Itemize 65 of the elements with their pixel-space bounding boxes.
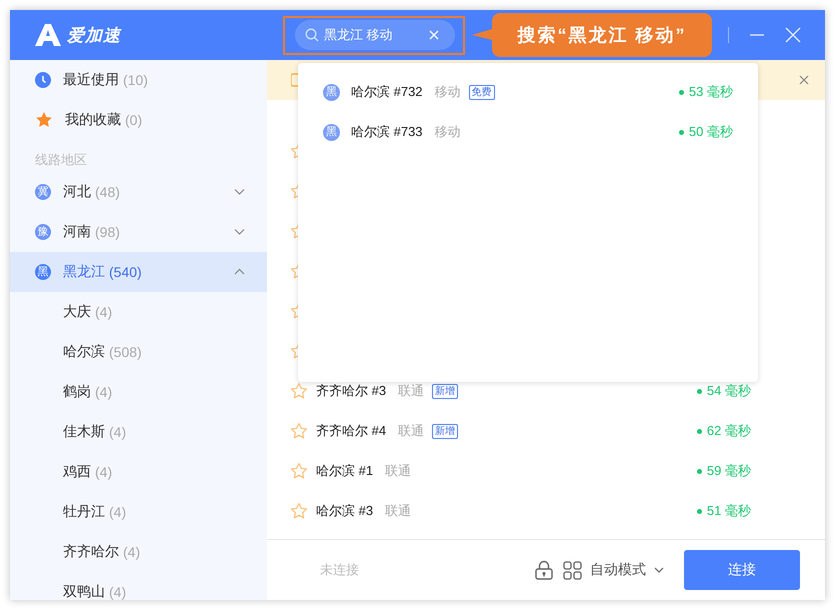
latency-text: 53 毫秒 [688, 83, 733, 101]
connect-button[interactable]: 连接 [684, 550, 800, 590]
section-title: 线路地区 [34, 151, 88, 169]
search-icon [305, 28, 319, 42]
latency-text: 50 毫秒 [688, 123, 733, 141]
logo-icon [35, 23, 61, 47]
clear-icon[interactable] [429, 30, 439, 40]
close-icon[interactable] [799, 75, 809, 85]
chevron-down-icon[interactable] [234, 228, 245, 236]
app-name: 爱加速 [67, 24, 121, 46]
server-name[interactable]: 哈尔滨 #1 [316, 462, 374, 480]
carrier-label: 联通 [398, 422, 424, 440]
clock-icon [35, 72, 51, 88]
status-dot-icon [678, 90, 684, 94]
server-name[interactable]: 齐齐哈尔 #4 [316, 422, 386, 440]
region-badge: 豫 [35, 224, 51, 240]
chevron-down-icon[interactable] [234, 188, 245, 196]
city-item[interactable]: 鹤岗 (4) [10, 372, 267, 412]
star-icon[interactable] [290, 502, 308, 520]
region-item[interactable]: 豫 河南 (98) [10, 212, 267, 252]
search-result-item[interactable]: 黑 哈尔滨 #732 移动 免费 53 毫秒 [298, 72, 758, 112]
region-badge: 黑 [323, 124, 340, 140]
latency-text: 59 毫秒 [706, 462, 751, 480]
region-item[interactable]: 冀 河北 (48) [10, 172, 267, 212]
city-item[interactable]: 哈尔滨 (508) [10, 332, 267, 372]
star-icon [35, 111, 53, 129]
latency-text: 54 毫秒 [706, 382, 751, 400]
city-item[interactable]: 齐齐哈尔 (4) [10, 532, 267, 572]
lock-icon[interactable] [535, 560, 553, 580]
tag-badge: 新增 [432, 384, 458, 398]
region-badge: 黑 [323, 84, 340, 100]
latency-text: 62 毫秒 [706, 422, 751, 440]
star-icon[interactable] [290, 462, 308, 480]
region-item[interactable]: 黑 黑龙江 (540) [10, 252, 267, 292]
caret-icon [654, 567, 664, 573]
tag-badge: 免费 [468, 84, 495, 100]
carrier-label: 联通 [385, 502, 412, 520]
callout-bubble: 搜索“黑龙江 移动” [472, 13, 712, 57]
chevron-up-icon[interactable] [234, 268, 245, 276]
city-item[interactable]: 双鸭山 (4) [10, 572, 267, 600]
carrier-label: 联通 [398, 382, 424, 400]
connection-status: 未连接 [320, 561, 359, 579]
star-icon[interactable] [290, 382, 308, 400]
city-item[interactable]: 佳木斯 (4) [10, 412, 267, 452]
star-icon[interactable] [290, 422, 308, 440]
city-item[interactable]: 鸡西 (4) [10, 452, 267, 492]
status-dot-icon [696, 508, 702, 514]
favorites-item[interactable]: 我的收藏 (0) [10, 100, 267, 140]
status-dot-icon [696, 388, 702, 394]
recent-item[interactable]: 最近使用 (10) [10, 60, 267, 100]
tag-badge: 新增 [432, 424, 458, 438]
latency-text: 51 毫秒 [706, 502, 751, 520]
city-item[interactable]: 牡丹江 (4) [10, 492, 267, 532]
region-badge: 冀 [35, 184, 51, 200]
server-name[interactable]: 哈尔滨 #3 [316, 502, 374, 520]
region-badge: 黑 [35, 264, 51, 280]
server-name[interactable]: 齐齐哈尔 #3 [316, 382, 386, 400]
carrier-label: 联通 [385, 462, 412, 480]
grid-icon [563, 560, 582, 580]
city-item[interactable]: 大庆 (4) [10, 292, 267, 332]
status-dot-icon [696, 428, 702, 434]
search-result-item[interactable]: 黑 哈尔滨 #733 移动 50 毫秒 [298, 112, 758, 152]
status-dot-icon [696, 468, 702, 474]
mode-dropdown[interactable]: 自动模式 [563, 560, 664, 580]
status-dot-icon [678, 130, 684, 134]
